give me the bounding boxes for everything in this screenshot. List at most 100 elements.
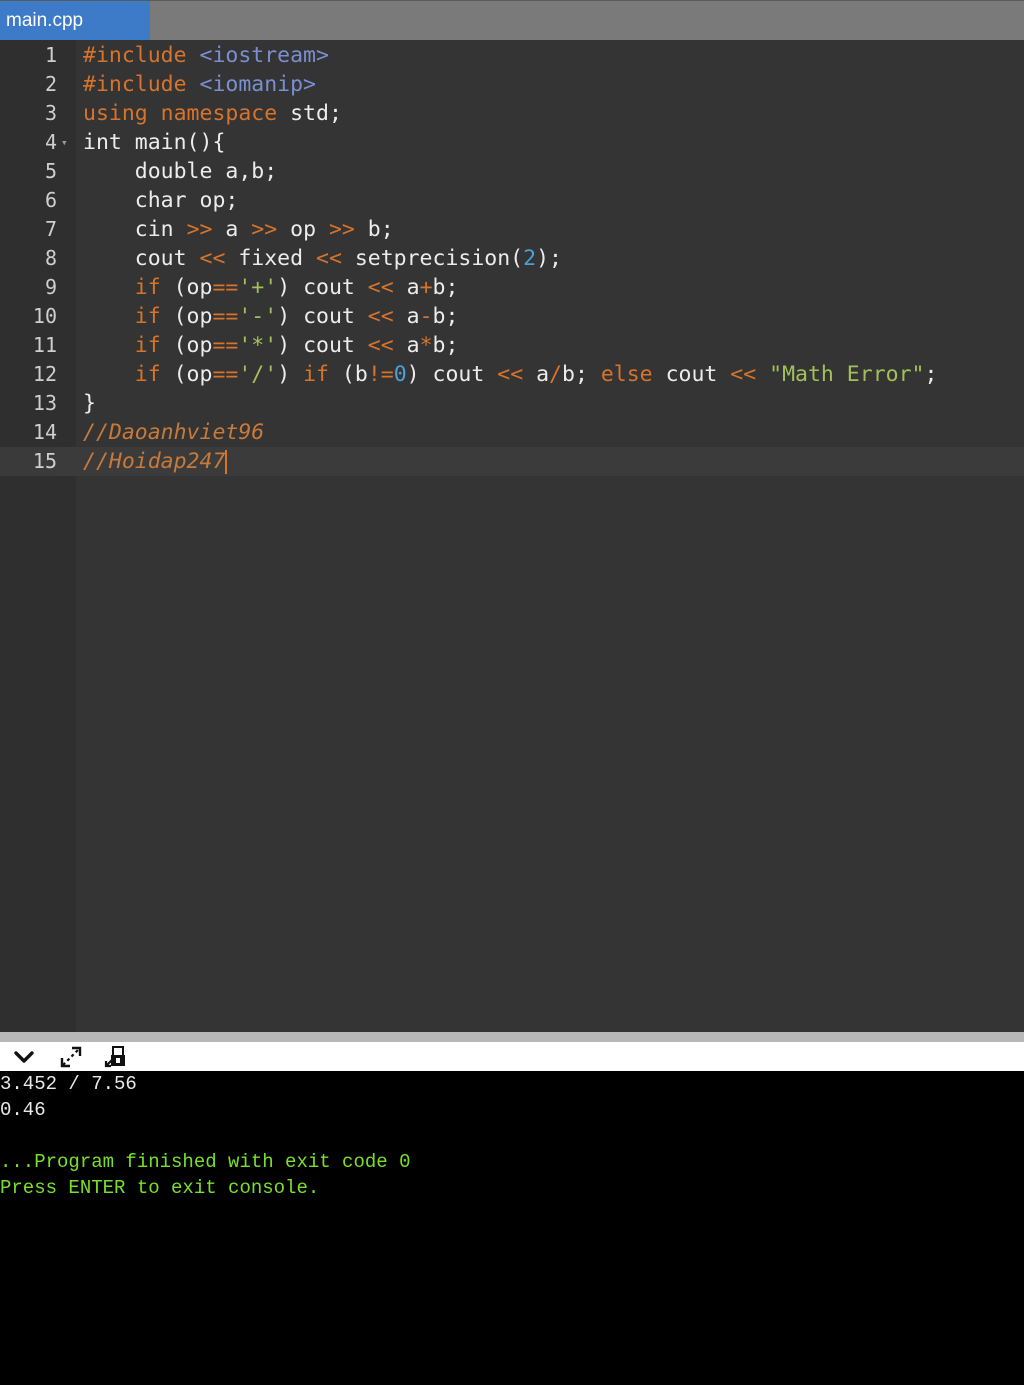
code-text: //Hoidap247 — [83, 447, 228, 476]
code-line[interactable]: 9 if (op=='+') cout << a+b; — [0, 273, 1024, 302]
line-number: 11 — [32, 333, 57, 357]
code-token: == — [212, 304, 239, 329]
line-number: 5 — [44, 159, 57, 183]
code-token: << — [367, 304, 394, 329]
text-cursor — [225, 450, 228, 474]
code-token: 2 — [523, 246, 537, 271]
code-token: b; — [432, 304, 459, 329]
code-token: / — [549, 362, 562, 387]
code-token: '*' — [238, 333, 278, 358]
code-token: b; — [562, 362, 601, 387]
code-text: cin >> a >> op >> b; — [83, 215, 394, 244]
console-toolbar — [0, 1042, 1024, 1071]
code-line[interactable]: 2 #include <iomanip> — [0, 70, 1024, 99]
line-number: 4 — [44, 130, 57, 154]
code-line[interactable]: 6 char op; — [0, 186, 1024, 215]
code-line[interactable]: 5 double a,b; — [0, 157, 1024, 186]
code-token: != — [367, 362, 394, 387]
code-token: #include — [83, 72, 200, 97]
code-text: if (op=='-') cout << a-b; — [83, 302, 459, 331]
code-editor[interactable]: 1 #include <iostream> 2 #include <iomanip> 3… — [0, 40, 1024, 1032]
code-token: ) — [277, 362, 304, 387]
code-token: 0 — [393, 362, 407, 387]
line-number: 2 — [44, 72, 57, 96]
code-token: b; — [432, 275, 459, 300]
code-token: double a,b; — [83, 159, 278, 184]
code-lines[interactable]: 1 #include <iostream> 2 #include <iomanip> 3… — [0, 41, 1024, 476]
code-line[interactable]: 1 #include <iostream> — [0, 41, 1024, 70]
code-token: cout — [652, 362, 731, 387]
code-line[interactable]: 13} — [0, 389, 1024, 418]
code-text: int main(){ — [83, 128, 225, 157]
code-token: == — [212, 362, 239, 387]
line-number: 10 — [32, 304, 57, 328]
code-token: >> — [328, 217, 355, 242]
code-line[interactable]: 8 cout << fixed << setprecision(2); — [0, 244, 1024, 273]
code-token: b; — [354, 217, 394, 242]
code-token: * — [419, 333, 433, 358]
code-text: if (op=='+') cout << a+b; — [83, 273, 459, 302]
code-token: ); — [536, 246, 562, 271]
code-line[interactable]: 12 if (op=='/') if (b!=0) cout << a/b; e… — [0, 360, 1024, 389]
code-line[interactable]: 7 cin >> a >> op >> b; — [0, 215, 1024, 244]
code-token: if — [83, 275, 161, 300]
chevron-down-icon[interactable] — [11, 1044, 37, 1070]
code-token: a — [393, 304, 420, 329]
code-token: (op — [160, 333, 213, 358]
code-text: if (op=='/') if (b!=0) cout << a/b; else… — [83, 360, 938, 389]
code-token: a — [393, 333, 420, 358]
code-token: - — [419, 304, 433, 329]
code-token: <iomanip> — [199, 72, 317, 97]
code-token: char op; — [83, 188, 239, 213]
code-token: (op — [160, 362, 213, 387]
line-number: 15 — [0, 447, 57, 476]
code-token: << — [497, 362, 524, 387]
code-line[interactable]: 4 ▾ int main(){ — [0, 128, 1024, 157]
code-line[interactable]: 14 //Daoanhviet96 — [0, 418, 1024, 447]
console-press-enter-message: Press ENTER to exit console. — [0, 1177, 320, 1199]
code-token: '+' — [238, 275, 278, 300]
code-line[interactable]: 15 //Hoidap247 — [0, 447, 1024, 476]
code-token: (b — [328, 362, 368, 387]
code-line[interactable]: 11 if (op=='*') cout << a*b; — [0, 331, 1024, 360]
code-token: int main(){ — [83, 130, 226, 155]
tab-main-cpp[interactable]: main.cpp — [0, 1, 150, 40]
code-token: + — [419, 275, 433, 300]
console-input-line: 3.452 / 7.56 — [0, 1073, 137, 1095]
line-number: 8 — [44, 246, 57, 270]
line-number: 13 — [32, 391, 57, 415]
code-token: cout — [83, 246, 200, 271]
code-token: if — [83, 362, 161, 387]
expand-icon[interactable] — [58, 1044, 84, 1070]
lock-copy-icon[interactable] — [103, 1044, 129, 1070]
code-token: (op — [160, 304, 213, 329]
panel-splitter[interactable] — [0, 1032, 1024, 1042]
console-result-line: 0.46 — [0, 1099, 46, 1121]
code-token: using namespace — [83, 101, 278, 126]
fold-toggle-icon[interactable]: ▾ — [61, 128, 68, 157]
code-text: using namespace std; — [83, 99, 342, 128]
code-text: cout << fixed << setprecision(2); — [83, 244, 562, 273]
code-text: } — [83, 389, 96, 418]
code-text: double a,b; — [83, 157, 277, 186]
code-token: '-' — [238, 304, 278, 329]
code-token: ) cout — [406, 362, 498, 387]
code-token: "Math Error" — [769, 362, 925, 387]
console-output[interactable]: 3.452 / 7.56 0.46 ...Program finished wi… — [0, 1071, 1024, 1385]
code-line[interactable]: 10 if (op=='-') cout << a-b; — [0, 302, 1024, 331]
code-token: >> — [186, 217, 213, 242]
code-token: if — [83, 333, 161, 358]
code-token: a — [393, 275, 420, 300]
code-token: cin — [83, 217, 187, 242]
code-text: //Daoanhviet96 — [83, 418, 264, 447]
code-token: a — [212, 217, 252, 242]
code-token: } — [83, 391, 96, 416]
code-token: //Daoanhviet96 — [83, 420, 265, 445]
code-text: #include <iostream> — [83, 41, 329, 70]
code-token: a — [523, 362, 550, 387]
code-line[interactable]: 3 using namespace std; — [0, 99, 1024, 128]
code-token: << — [316, 246, 342, 271]
code-token: << — [367, 275, 394, 300]
